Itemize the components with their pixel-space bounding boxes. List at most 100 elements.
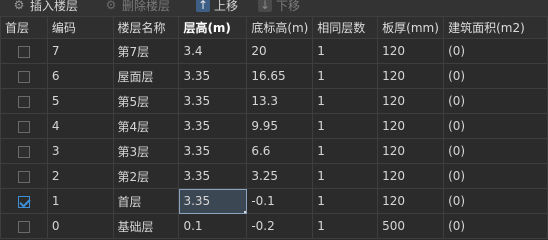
header-building-area[interactable]: 建筑面积(m2) [443,16,548,39]
first-floor-checkbox-cell[interactable] [0,63,48,89]
header-bottom-elevation[interactable]: 底标高(m) [246,16,314,39]
slab-thickness-cell[interactable]: 120 [377,188,445,214]
header-first-floor[interactable]: 首层 [0,16,48,39]
code-cell[interactable]: 5 [46,88,114,114]
first-floor-checkbox-cell[interactable] [0,113,48,139]
floor-height-cell[interactable]: 3.35 [178,63,248,89]
first-floor-checkbox[interactable] [17,120,30,133]
code-cell[interactable]: 2 [46,163,114,189]
slab-thickness-cell[interactable]: 120 [377,63,445,89]
floor-name-cell[interactable]: 首层 [112,188,180,214]
insert-floor-icon: ⚙ [13,0,25,12]
same-floors-cell[interactable]: 1 [312,138,379,164]
building-area-cell[interactable]: (0) [443,138,548,164]
first-floor-checkbox-cell[interactable] [0,138,48,164]
same-floors-cell[interactable]: 1 [312,188,379,214]
code-cell[interactable]: 4 [46,113,114,139]
move-up-button[interactable]: ↑ 上移 [196,0,238,15]
floor-height-cell[interactable]: 0.1 [178,213,248,239]
first-floor-checkbox[interactable] [17,220,30,233]
building-area-cell[interactable]: (0) [443,88,548,114]
same-floors-cell[interactable]: 1 [312,213,379,239]
header-slab-thickness[interactable]: 板厚(mm) [377,16,445,39]
code-cell[interactable]: 7 [46,38,114,64]
delete-floor-button[interactable]: ⚙ 删除楼层 [104,0,170,15]
header-code[interactable]: 编码 [46,16,114,39]
floor-height-cell[interactable]: 3.35 [178,138,248,164]
building-area-cell[interactable]: (0) [443,63,548,89]
insert-floor-button[interactable]: ⚙ 插入楼层 [12,0,78,15]
same-floors-cell[interactable]: 1 [312,113,379,139]
header-same-floors[interactable]: 相同层数 [312,16,379,39]
first-floor-checkbox-cell[interactable] [0,38,48,64]
move-down-label: 下移 [276,0,301,13]
same-floors-cell[interactable]: 1 [312,63,379,89]
table-row[interactable]: 3 第3层 3.35 6.6 1 120 (0) [0,138,548,164]
floor-height-cell[interactable]: 3.35 [178,113,248,139]
first-floor-checkbox[interactable] [17,70,30,83]
first-floor-checkbox[interactable] [17,170,30,183]
floor-height-cell-editing[interactable]: 3.35 [178,188,248,214]
floor-height-cell[interactable]: 3.35 [178,88,248,114]
building-area-cell[interactable]: (0) [443,38,548,64]
slab-thickness-cell[interactable]: 120 [377,88,445,114]
bottom-elevation-cell[interactable]: 13.3 [246,88,314,114]
header-floor-height[interactable]: 层高(m) [178,16,248,39]
floor-name-cell[interactable]: 第2层 [112,163,180,189]
toolbar: ⚙ 插入楼层 ⚙ 删除楼层 ↑ 上移 ↓ 下移 [0,0,548,17]
table-row[interactable]: 2 第2层 3.35 3.25 1 120 (0) [0,163,548,189]
first-floor-checkbox-cell[interactable] [0,213,48,239]
bottom-elevation-cell[interactable]: 16.65 [246,63,314,89]
slab-thickness-cell[interactable]: 120 [377,38,445,64]
first-floor-checkbox[interactable] [17,145,30,158]
building-area-cell[interactable]: (0) [443,113,548,139]
floor-height-cell[interactable]: 3.4 [178,38,248,64]
table-row[interactable]: 7 第7层 3.4 20 1 120 (0) [0,38,548,64]
arrow-down-icon: ↓ [258,0,272,12]
first-floor-checkbox-cell[interactable] [0,88,48,114]
bottom-elevation-cell[interactable]: 9.95 [246,113,314,139]
building-area-cell[interactable]: (0) [443,213,548,239]
slab-thickness-cell[interactable]: 120 [377,163,445,189]
bottom-elevation-cell[interactable]: 20 [246,38,314,64]
first-floor-checkbox-cell[interactable] [0,163,48,189]
same-floors-cell[interactable]: 1 [312,163,379,189]
bottom-elevation-cell[interactable]: -0.2 [246,213,314,239]
code-cell[interactable]: 3 [46,138,114,164]
slab-thickness-cell[interactable]: 500 [377,213,445,239]
bottom-elevation-cell[interactable]: -0.1 [246,188,314,214]
bottom-elevation-cell[interactable]: 6.6 [246,138,314,164]
arrow-up-icon: ↑ [196,0,210,12]
move-down-button[interactable]: ↓ 下移 [258,0,300,15]
table-row[interactable]: 5 第5层 3.35 13.3 1 120 (0) [0,88,548,114]
floor-name-cell[interactable]: 屋面层 [112,63,180,89]
first-floor-checkbox[interactable] [17,95,30,108]
floor-name-cell[interactable]: 第3层 [112,138,180,164]
first-floor-checkbox-cell[interactable] [0,188,48,214]
building-area-cell[interactable]: (0) [443,188,548,214]
code-cell[interactable]: 1 [46,188,114,214]
delete-floor-label: 删除楼层 [122,0,171,13]
bottom-elevation-cell[interactable]: 3.25 [246,163,314,189]
floor-name-cell[interactable]: 第5层 [112,88,180,114]
table-row[interactable]: 4 第4层 3.35 9.95 1 120 (0) [0,113,548,139]
floor-height-cell[interactable]: 3.35 [178,163,248,189]
first-floor-checkbox-checked[interactable] [17,195,30,208]
same-floors-cell[interactable]: 1 [312,38,379,64]
table-row[interactable]: 1 首层 3.35 -0.1 1 120 (0) [0,188,548,214]
code-cell[interactable]: 0 [46,213,114,239]
header-floor-name[interactable]: 楼层名称 [112,16,180,39]
table-row[interactable]: 6 屋面层 3.35 16.65 1 120 (0) [0,63,548,89]
building-area-cell[interactable]: (0) [443,163,548,189]
floor-name-cell[interactable]: 基础层 [112,213,180,239]
table-header-row: 首层 编码 楼层名称 层高(m) 底标高(m) 相同层数 板厚(mm) 建筑面积… [0,16,548,39]
table-row[interactable]: 0 基础层 0.1 -0.2 1 500 (0) [0,213,548,239]
delete-floor-icon: ⚙ [105,0,117,12]
code-cell[interactable]: 6 [46,63,114,89]
floor-name-cell[interactable]: 第4层 [112,113,180,139]
slab-thickness-cell[interactable]: 120 [377,138,445,164]
same-floors-cell[interactable]: 1 [312,88,379,114]
slab-thickness-cell[interactable]: 120 [377,113,445,139]
first-floor-checkbox[interactable] [17,45,30,58]
floor-name-cell[interactable]: 第7层 [112,38,180,64]
